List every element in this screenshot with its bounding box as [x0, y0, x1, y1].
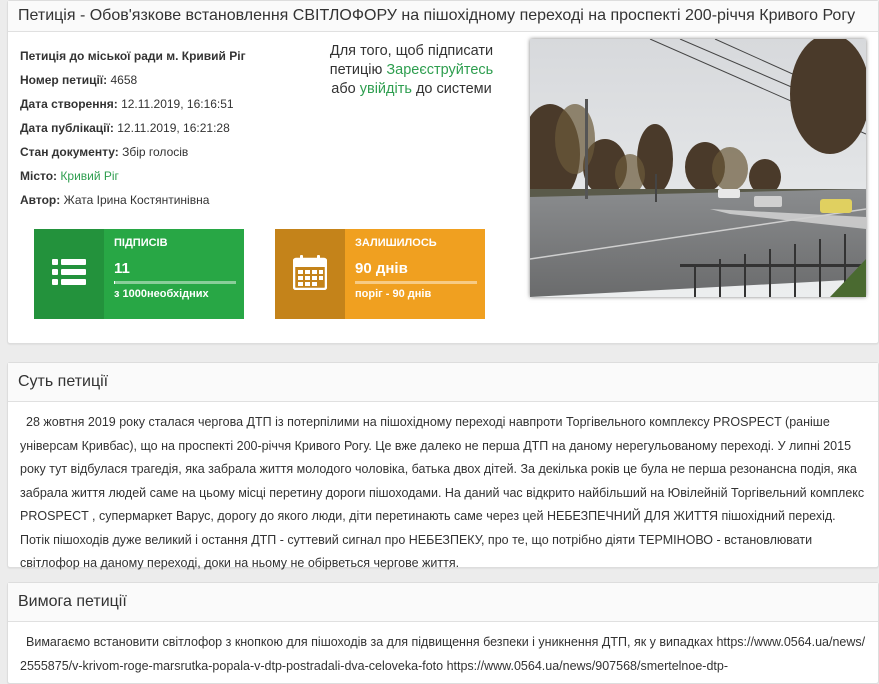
sign-message: Для того, щоб підписати петицію Зареєстр… — [304, 42, 519, 99]
remaining-label: ЗАЛИШИЛОСЬ — [355, 237, 437, 249]
info-label: Номер петиції: — [20, 73, 108, 87]
sign-message-end: до системи — [415, 81, 492, 97]
info-row: Автор: Жата Ірина Костянтинівна — [20, 193, 209, 207]
info-value: Збір голосів — [122, 145, 189, 159]
info-row: Дата публікації: 12.11.2019, 16:21:28 — [20, 121, 230, 135]
info-label: Стан документу: — [20, 145, 119, 159]
signatures-value: 11 — [114, 260, 130, 277]
info-value: 12.11.2019, 16:21:28 — [117, 121, 230, 135]
info-row: Місто: Кривий Ріг — [20, 169, 119, 183]
info-label: Петиція до міської ради м. Кривий Ріг — [20, 49, 246, 63]
demand-text: Вимагаємо встановити світлофор з кнопкою… — [20, 635, 866, 673]
info-label: Дата публікації: — [20, 121, 114, 135]
login-link[interactable]: увійдіть — [360, 81, 412, 97]
info-row: Стан документу: Збір голосів — [20, 145, 188, 159]
signatures-progress-fill — [114, 281, 116, 284]
signatures-label: ПІДПИСІВ — [114, 237, 168, 249]
signatures-progress-bar — [114, 281, 236, 284]
essence-panel: Суть петиції 28 жовтня 2019 року сталася… — [7, 362, 879, 570]
list-icon — [51, 257, 87, 292]
info-label: Дата створення: — [20, 97, 118, 111]
signatures-icon-box — [34, 229, 104, 319]
remaining-threshold: поріг - 90 днів — [355, 288, 432, 300]
info-label: Місто: — [20, 169, 58, 183]
info-value: Жата Ірина Костянтинівна — [63, 193, 210, 207]
info-value: 12.11.2019, 16:16:51 — [121, 97, 234, 111]
remaining-value: 90 днів — [355, 260, 408, 277]
register-link[interactable]: Зареєструйтесь — [386, 62, 493, 78]
signatures-required: з 1000необхідних — [114, 288, 209, 300]
signatures-stat: ПІДПИСІВ 11 з 1000необхідних — [34, 229, 244, 319]
essence-heading: Суть петиції — [8, 363, 878, 402]
petition-info-panel: Петиція - Обов'язкове встановлення СВІТЛ… — [7, 0, 879, 344]
info-row: Петиція до міської ради м. Кривий Ріг — [20, 49, 246, 63]
remaining-icon-box — [275, 229, 345, 319]
sign-message-or: або — [331, 81, 356, 97]
calendar-icon — [292, 254, 328, 295]
demand-panel: Вимога петиції Вимагаємо встановити світ… — [7, 582, 879, 684]
info-row: Дата створення: 12.11.2019, 16:16:51 — [20, 97, 234, 111]
demand-heading: Вимога петиції — [8, 583, 878, 622]
remaining-stat: ЗАЛИШИЛОСЬ 90 днів поріг - 90 днів — [275, 229, 485, 319]
remaining-progress-bar — [355, 281, 477, 284]
info-value: 4658 — [110, 73, 138, 87]
petition-photo — [530, 39, 866, 297]
info-row: Номер петиції: 4658 — [20, 73, 137, 87]
info-label: Автор: — [20, 193, 61, 207]
petition-title: Петиція - Обов'язкове встановлення СВІТЛ… — [8, 1, 878, 32]
essence-text: 28 жовтня 2019 року сталася чергова ДТП … — [20, 415, 865, 570]
city-link[interactable]: Кривий Ріг — [60, 169, 119, 183]
